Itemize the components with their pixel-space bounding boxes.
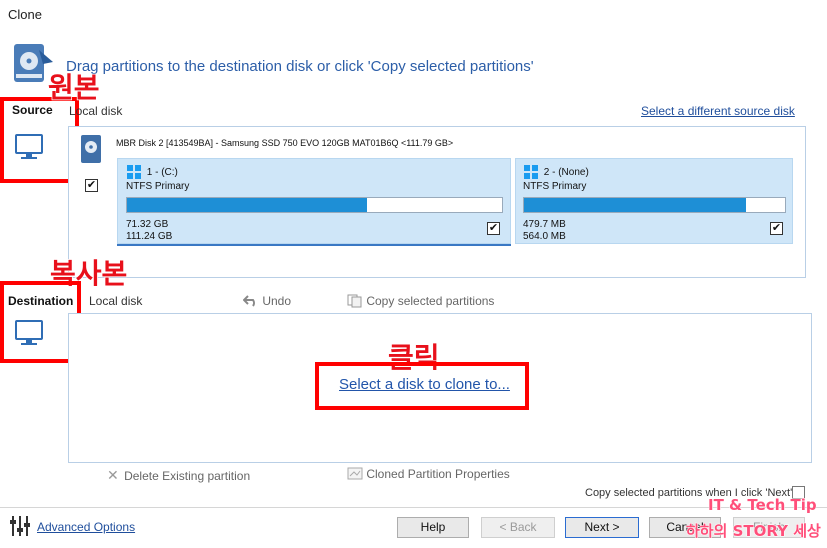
source-annotation: 원본: [47, 70, 100, 105]
footer-separator: [0, 507, 827, 508]
partition-1-name: 1 - (C:): [146, 166, 178, 178]
partition-1-usage-fill: [127, 198, 367, 212]
destination-pane-label: Local disk: [89, 294, 143, 308]
advanced-options-link[interactable]: Advanced Options: [37, 520, 135, 534]
disk-icon: [81, 135, 101, 163]
delete-label: Delete Existing partition: [124, 469, 251, 483]
select-source-disk-link[interactable]: Select a different source disk: [641, 104, 795, 118]
next-button[interactable]: Next >: [565, 517, 639, 538]
partition-2-header: 2 - (None): [524, 165, 589, 179]
watermark-line2: 하하의 STORY 세상: [686, 522, 822, 541]
instruction-text: Drag partitions to the destination disk …: [66, 58, 534, 75]
delete-icon: ✕: [107, 467, 119, 483]
partition-2-type: NTFS Primary: [523, 181, 587, 192]
copy-icon: [347, 294, 362, 308]
windows-icon: [524, 165, 538, 179]
copy-selected-partitions-button[interactable]: Copy selected partitions: [347, 294, 494, 308]
watermark-line1: IT & Tech Tip: [708, 496, 818, 515]
undo-label: Undo: [262, 294, 292, 308]
partition-1-selected-line: [117, 244, 511, 246]
partition-2-total: 564.0 MB: [523, 231, 566, 242]
partition-1-total: 111.24 GB: [126, 231, 173, 242]
partition-1-used: 71.32 GB: [126, 219, 169, 230]
partition-2-usage-bar: [523, 197, 786, 213]
sliders-icon[interactable]: [8, 515, 32, 537]
windows-icon: [127, 165, 141, 179]
copy-label: Copy selected partitions: [366, 294, 495, 308]
source-pane-label: Local disk: [69, 104, 123, 118]
partition-2-name: 2 - (None): [543, 166, 589, 178]
source-disk-checkbox[interactable]: ✔: [85, 179, 98, 192]
window-title: Clone: [8, 7, 42, 22]
delete-existing-partition-button[interactable]: ✕ Delete Existing partition: [107, 467, 250, 484]
properties-label: Cloned Partition Properties: [366, 467, 510, 481]
help-button[interactable]: Help: [397, 517, 469, 538]
partition-1-usage-bar: [126, 197, 503, 213]
partition-1-type: NTFS Primary: [126, 181, 190, 192]
source-disk-description: MBR Disk 2 [413549BA] - Samsung SSD 750 …: [116, 138, 454, 148]
undo-button[interactable]: Undo: [242, 294, 292, 308]
select-disk-to-clone-link[interactable]: Select a disk to clone to...: [339, 376, 510, 393]
partition-1-checkbox[interactable]: ✔: [487, 222, 500, 235]
back-button[interactable]: < Back: [481, 517, 555, 538]
partition-1-header: 1 - (C:): [127, 165, 178, 179]
partition-2-usage-fill: [524, 198, 746, 212]
undo-icon: [242, 295, 255, 307]
partition-2-used: 479.7 MB: [523, 219, 566, 230]
properties-icon: [347, 467, 363, 480]
partition-2-checkbox[interactable]: ✔: [770, 222, 783, 235]
cloned-partition-properties-button[interactable]: Cloned Partition Properties: [347, 467, 510, 481]
